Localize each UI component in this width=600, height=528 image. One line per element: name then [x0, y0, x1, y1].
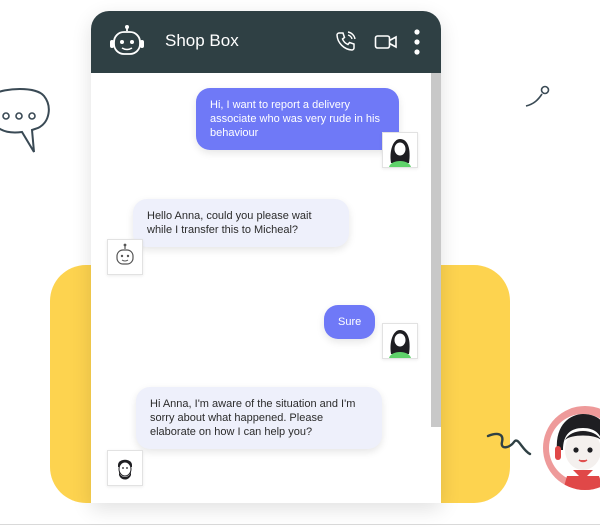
vertical-dots-icon[interactable] [412, 28, 422, 56]
message-bubble-incoming: Hi Anna, I'm aware of the situation and … [136, 387, 382, 449]
video-camera-icon[interactable] [374, 33, 398, 51]
user-avatar [382, 323, 418, 359]
chat-window: Shop Box Hi, I want to report a delivery… [91, 11, 441, 503]
bottom-divider [0, 524, 600, 525]
bot-avatar [107, 239, 143, 275]
chat-title: Shop Box [165, 31, 239, 50]
chat-scrollbar[interactable] [431, 73, 441, 427]
message-bubble-incoming: Hello Anna, could you please wait while … [133, 199, 349, 247]
user-avatar [382, 132, 418, 168]
squiggle-doodle-icon [486, 432, 532, 456]
support-agent-avatar [543, 406, 600, 490]
agent-avatar [107, 450, 143, 486]
message-bubble-outgoing: Sure [324, 305, 376, 339]
hook-doodle-icon [525, 85, 550, 107]
phone-call-icon[interactable] [335, 30, 357, 52]
speech-bubble-doodle-icon [0, 88, 50, 153]
chat-header: Shop Box [91, 11, 441, 73]
robot-icon [110, 25, 144, 55]
message-bubble-outgoing: Hi, I want to report a delivery associat… [196, 88, 399, 150]
